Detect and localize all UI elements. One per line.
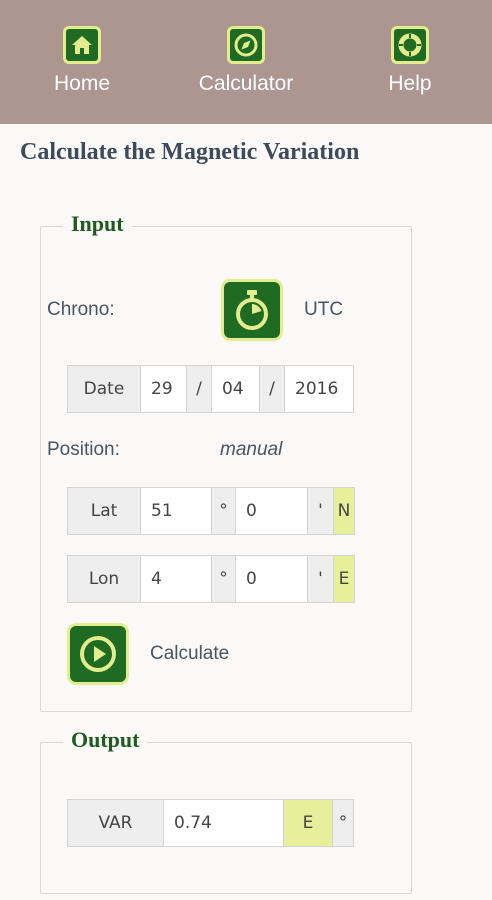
minute-symbol: ' — [307, 555, 334, 603]
chrono-button[interactable] — [221, 279, 283, 341]
lon-degrees-input[interactable]: 4 — [140, 555, 212, 603]
var-value-field: 0.74 — [163, 799, 284, 847]
stopwatch-icon — [236, 290, 268, 330]
lat-hemisphere-toggle[interactable]: N — [333, 487, 355, 535]
lat-degrees-input[interactable]: 51 — [140, 487, 212, 535]
input-panel: Input Chrono: UTC Date 29 / 04 / 2016 Po… — [40, 211, 412, 712]
lon-row: Lon 4 ° 0 ' E — [67, 555, 355, 603]
top-nav: Home Calculator Help — [0, 0, 492, 124]
date-separator: / — [186, 365, 212, 413]
position-label: Position: — [47, 439, 120, 460]
home-icon — [63, 26, 101, 64]
lat-minutes-input[interactable]: 0 — [235, 487, 308, 535]
page-title: Calculate the Magnetic Variation — [20, 139, 360, 165]
play-icon — [80, 636, 116, 672]
position-mode[interactable]: manual — [220, 439, 282, 461]
calculate-label[interactable]: Calculate — [150, 643, 229, 665]
date-separator: / — [259, 365, 285, 413]
nav-home[interactable]: Home — [17, 26, 147, 96]
chrono-label: Chrono: — [47, 299, 115, 320]
var-direction: E — [283, 799, 333, 847]
calculate-button[interactable] — [67, 623, 129, 685]
input-legend: Input — [63, 211, 132, 237]
output-panel: Output VAR 0.74 E ° — [40, 727, 412, 894]
nav-help-label: Help — [388, 72, 432, 95]
var-unit: ° — [332, 799, 354, 847]
output-legend: Output — [63, 727, 148, 753]
lat-row: Lat 51 ° 0 ' N — [67, 487, 355, 535]
compass-icon — [227, 26, 265, 64]
lifebuoy-icon — [391, 26, 429, 64]
lon-hemisphere-toggle[interactable]: E — [333, 555, 355, 603]
chrono-value: UTC — [304, 299, 344, 320]
var-row: VAR 0.74 E ° — [67, 799, 354, 847]
date-year-input[interactable]: 2016 — [284, 365, 354, 413]
degree-symbol: ° — [211, 555, 236, 603]
var-label: VAR — [67, 799, 164, 847]
date-day-input[interactable]: 29 — [140, 365, 187, 413]
degree-symbol: ° — [211, 487, 236, 535]
nav-calculator[interactable]: Calculator — [181, 26, 311, 96]
date-row: Date 29 / 04 / 2016 — [67, 365, 354, 413]
lon-minutes-input[interactable]: 0 — [235, 555, 308, 603]
lat-label: Lat — [67, 487, 141, 535]
minute-symbol: ' — [307, 487, 334, 535]
date-month-input[interactable]: 04 — [211, 365, 260, 413]
date-label: Date — [67, 365, 141, 413]
nav-help[interactable]: Help — [345, 26, 475, 96]
nav-calculator-label: Calculator — [198, 72, 294, 95]
nav-home-label: Home — [53, 72, 111, 95]
lon-label: Lon — [67, 555, 141, 603]
